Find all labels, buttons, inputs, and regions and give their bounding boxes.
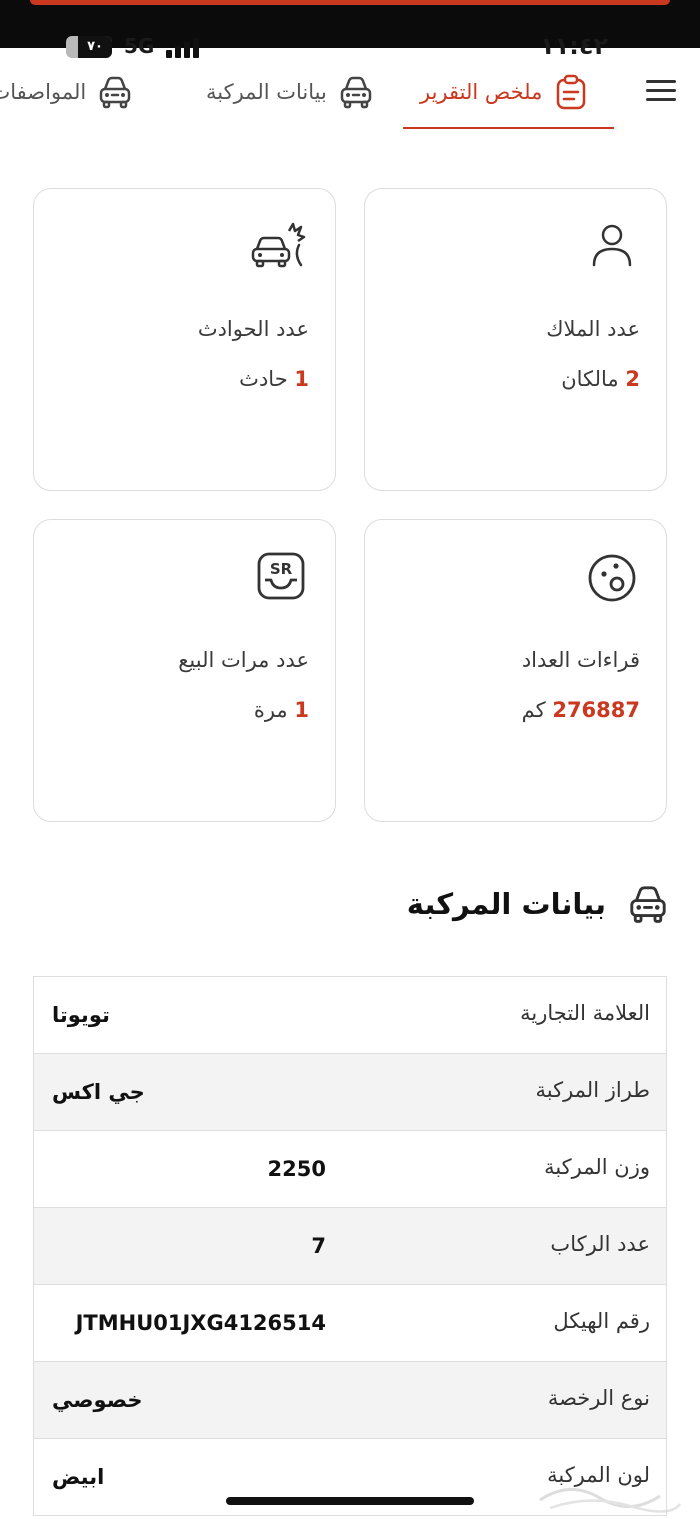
clipboard-icon bbox=[557, 74, 586, 110]
table-row: نوع الرخصة خصوصي bbox=[34, 1362, 666, 1439]
car-icon bbox=[630, 886, 666, 923]
row-value: 2250 bbox=[267, 1157, 326, 1181]
header-accent-strip bbox=[30, 0, 670, 5]
row-label: عدد الركاب bbox=[550, 1232, 650, 1256]
card-unit: مرة bbox=[253, 698, 288, 722]
card-unit: كم bbox=[521, 698, 546, 722]
card-number: 2 bbox=[625, 367, 640, 391]
row-label: طراز المركبة bbox=[535, 1078, 650, 1102]
watermark-logo bbox=[539, 1488, 682, 1513]
row-label: نوع الرخصة bbox=[547, 1386, 650, 1410]
tab-vehicle-data[interactable]: بيانات المركبة bbox=[206, 70, 375, 114]
active-tab-indicator bbox=[403, 127, 614, 129]
table-row: عدد الركاب 7 bbox=[34, 1208, 666, 1285]
home-indicator[interactable] bbox=[226, 1497, 474, 1505]
car-crash-icon bbox=[251, 222, 306, 268]
tab-specifications[interactable]: المواصفات ا bbox=[0, 70, 134, 114]
card-number: 1 bbox=[294, 367, 309, 391]
car-icon bbox=[340, 76, 372, 109]
user-icon bbox=[592, 224, 632, 267]
card-value: 276887 كم bbox=[522, 698, 640, 722]
car-icon bbox=[99, 76, 131, 109]
card-value: 1 مرة bbox=[254, 698, 309, 722]
card-label: عدد الملاك bbox=[546, 317, 640, 341]
sales-count-card[interactable]: SR عدد مرات البيع 1 مرة bbox=[33, 519, 336, 822]
card-number: 1 bbox=[294, 698, 309, 722]
row-label: العلامة التجارية bbox=[520, 1001, 650, 1025]
network-type: 5G bbox=[124, 34, 155, 58]
clock: ١١:٤٢ bbox=[540, 32, 609, 60]
row-value: تويوتا bbox=[52, 1003, 110, 1027]
sr-sale-icon: SR bbox=[257, 552, 305, 600]
row-value: جي اكس bbox=[52, 1080, 145, 1104]
odometer-icon bbox=[588, 554, 636, 602]
section-heading: بيانات المركبة bbox=[406, 887, 606, 921]
report-tabs: ملخص التقرير بيانات المركبة المواصفات ا bbox=[0, 60, 700, 130]
row-value: JTMHU01JXG4126514 bbox=[75, 1311, 326, 1335]
table-row: العلامة التجارية تويوتا bbox=[34, 977, 666, 1054]
tab-label: ملخص التقرير bbox=[420, 80, 543, 104]
status-bar: ٧٠ 5G ١١:٤٢ bbox=[0, 30, 700, 64]
accidents-count-card[interactable]: عدد الحوادث 1 حادث bbox=[33, 188, 336, 491]
table-row: رقم الهيكل JTMHU01JXG4126514 bbox=[34, 1285, 666, 1362]
tab-label: بيانات المركبة bbox=[206, 80, 327, 104]
row-label: رقم الهيكل bbox=[553, 1309, 650, 1333]
vehicle-data-section-title: بيانات المركبة bbox=[407, 878, 670, 930]
hamburger-menu-icon[interactable] bbox=[644, 76, 678, 106]
card-label: قراءات العداد bbox=[521, 648, 640, 672]
card-value: 1 حادث bbox=[239, 367, 309, 391]
card-unit: مالكان bbox=[561, 367, 619, 391]
card-value: 2 مالكان bbox=[561, 367, 640, 391]
card-unit: حادث bbox=[239, 367, 288, 391]
vehicle-data-table: العلامة التجارية تويوتا طراز المركبة جي … bbox=[33, 976, 667, 1516]
row-label: وزن المركبة bbox=[544, 1155, 650, 1179]
row-value: خصوصي bbox=[52, 1388, 143, 1412]
signal-icon bbox=[166, 38, 206, 58]
owners-count-card[interactable]: عدد الملاك 2 مالكان bbox=[364, 188, 667, 491]
tab-label: المواصفات ا bbox=[0, 80, 87, 104]
battery-icon: ٧٠ bbox=[66, 36, 112, 58]
tab-report-summary[interactable]: ملخص التقرير bbox=[420, 70, 590, 114]
table-row: وزن المركبة 2250 bbox=[34, 1131, 666, 1208]
row-value: 7 bbox=[311, 1234, 326, 1258]
odometer-readings-card[interactable]: قراءات العداد 276887 كم bbox=[364, 519, 667, 822]
row-value: ابيض bbox=[52, 1465, 105, 1489]
table-row: طراز المركبة جي اكس bbox=[34, 1054, 666, 1131]
card-label: عدد الحوادث bbox=[197, 317, 309, 341]
svg-text:SR: SR bbox=[270, 560, 293, 578]
card-number: 276887 bbox=[552, 698, 640, 722]
card-label: عدد مرات البيع bbox=[178, 648, 309, 672]
battery-level: ٧٠ bbox=[78, 36, 112, 58]
